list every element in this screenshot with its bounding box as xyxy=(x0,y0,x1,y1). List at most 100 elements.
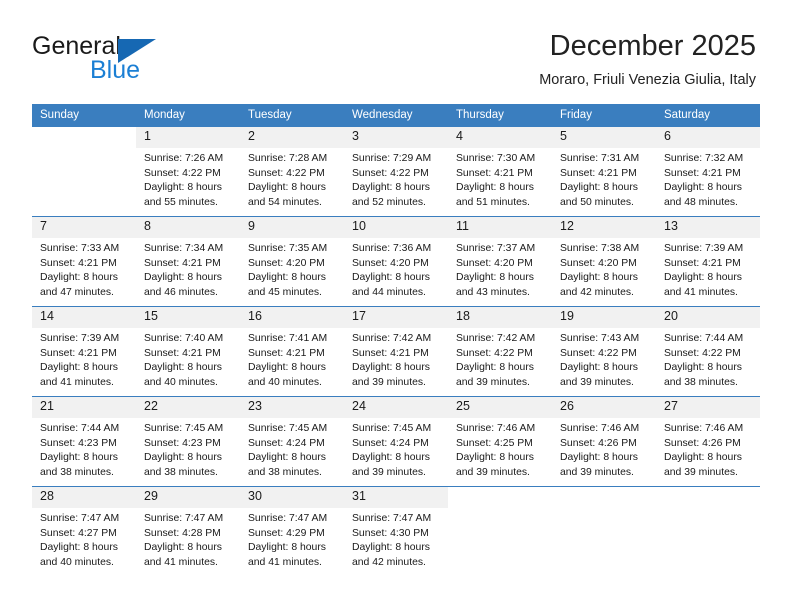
day-number: 29 xyxy=(136,487,240,508)
calendar-day-cell[interactable]: 18 Sunrise: 7:42 AM Sunset: 4:22 PM Dayligh… xyxy=(448,306,552,397)
sunrise-time: Sunrise: 7:47 AM xyxy=(352,512,432,524)
day-details: Sunrise: 7:39 AM Sunset: 4:21 PM Daylight:… xyxy=(656,238,760,301)
sunset-time: Sunset: 4:23 PM xyxy=(144,437,221,449)
daylight-duration-line1: Daylight: 8 hours xyxy=(248,542,326,554)
day-number: 26 xyxy=(552,397,656,418)
sunrise-time: Sunrise: 7:29 AM xyxy=(352,152,432,164)
day-number: 17 xyxy=(344,307,448,328)
calendar-day-cell[interactable]: 14 Sunrise: 7:39 AM Sunset: 4:21 PM Dayligh… xyxy=(32,306,136,397)
daylight-duration-line1: Daylight: 8 hours xyxy=(144,182,222,194)
calendar-day-cell[interactable]: 24 Sunrise: 7:45 AM Sunset: 4:24 PM Dayligh… xyxy=(344,396,448,487)
daylight-duration-line2: and 55 minutes. xyxy=(144,197,218,209)
daylight-duration-line2: and 39 minutes. xyxy=(456,467,530,479)
calendar-day-cell[interactable]: 17 Sunrise: 7:42 AM Sunset: 4:21 PM Dayligh… xyxy=(344,306,448,397)
day-details: Sunrise: 7:29 AM Sunset: 4:22 PM Daylight:… xyxy=(344,148,448,211)
day-details: Sunrise: 7:33 AM Sunset: 4:21 PM Daylight:… xyxy=(32,238,136,301)
calendar-day-cell[interactable]: 25 Sunrise: 7:46 AM Sunset: 4:25 PM Dayligh… xyxy=(448,396,552,487)
day-details: Sunrise: 7:47 AM Sunset: 4:30 PM Daylight:… xyxy=(344,508,448,571)
day-details: Sunrise: 7:37 AM Sunset: 4:20 PM Daylight:… xyxy=(448,238,552,301)
sunset-time: Sunset: 4:20 PM xyxy=(352,257,429,269)
day-number: 27 xyxy=(656,397,760,418)
calendar-day-cell[interactable]: 11 Sunrise: 7:37 AM Sunset: 4:20 PM Dayligh… xyxy=(448,216,552,307)
daylight-duration-line1: Daylight: 8 hours xyxy=(352,362,430,374)
sunrise-time: Sunrise: 7:47 AM xyxy=(248,512,328,524)
daylight-duration-line2: and 41 minutes. xyxy=(144,557,218,569)
day-number: 9 xyxy=(240,217,344,238)
day-number: 25 xyxy=(448,397,552,418)
sunset-time: Sunset: 4:28 PM xyxy=(144,527,221,539)
calendar-day-cell[interactable]: 21 Sunrise: 7:44 AM Sunset: 4:23 PM Dayligh… xyxy=(32,396,136,487)
daylight-duration-line1: Daylight: 8 hours xyxy=(144,542,222,554)
day-number: 6 xyxy=(656,127,760,148)
calendar-day-cell[interactable]: 16 Sunrise: 7:41 AM Sunset: 4:21 PM Dayligh… xyxy=(240,306,344,397)
day-number: 16 xyxy=(240,307,344,328)
daylight-duration-line1: Daylight: 8 hours xyxy=(456,182,534,194)
day-number: 30 xyxy=(240,487,344,508)
day-details: Sunrise: 7:47 AM Sunset: 4:27 PM Daylight:… xyxy=(32,508,136,571)
daylight-duration-line2: and 41 minutes. xyxy=(664,287,738,299)
calendar-day-cell[interactable]: 6 Sunrise: 7:32 AM Sunset: 4:21 PM Daylight… xyxy=(656,126,760,217)
calendar-day-cell[interactable]: 1 Sunrise: 7:26 AM Sunset: 4:22 PM Daylight… xyxy=(136,126,240,217)
daylight-duration-line1: Daylight: 8 hours xyxy=(352,452,430,464)
sunrise-time: Sunrise: 7:45 AM xyxy=(144,422,224,434)
sunset-time: Sunset: 4:21 PM xyxy=(144,257,221,269)
sunrise-time: Sunrise: 7:30 AM xyxy=(456,152,536,164)
daylight-duration-line1: Daylight: 8 hours xyxy=(664,182,742,194)
day-number: 18 xyxy=(448,307,552,328)
calendar-day-cell[interactable]: 31 Sunrise: 7:47 AM Sunset: 4:30 PM Dayligh… xyxy=(344,486,448,577)
calendar-day-cell[interactable]: 10 Sunrise: 7:36 AM Sunset: 4:20 PM Dayligh… xyxy=(344,216,448,307)
daylight-duration-line2: and 39 minutes. xyxy=(560,377,634,389)
calendar-day-cell[interactable]: 13 Sunrise: 7:39 AM Sunset: 4:21 PM Dayligh… xyxy=(656,216,760,307)
calendar-day-cell[interactable]: 2 Sunrise: 7:28 AM Sunset: 4:22 PM Daylight… xyxy=(240,126,344,217)
calendar-day-cell[interactable]: 27 Sunrise: 7:46 AM Sunset: 4:26 PM Dayligh… xyxy=(656,396,760,487)
calendar-day-cell[interactable]: 26 Sunrise: 7:46 AM Sunset: 4:26 PM Dayligh… xyxy=(552,396,656,487)
daylight-duration-line1: Daylight: 8 hours xyxy=(456,272,534,284)
sunrise-time: Sunrise: 7:46 AM xyxy=(456,422,536,434)
day-number: 21 xyxy=(32,397,136,418)
daylight-duration-line2: and 39 minutes. xyxy=(664,467,738,479)
calendar-day-cell[interactable]: 8 Sunrise: 7:34 AM Sunset: 4:21 PM Daylight… xyxy=(136,216,240,307)
calendar-day-cell[interactable]: 5 Sunrise: 7:31 AM Sunset: 4:21 PM Daylight… xyxy=(552,126,656,217)
calendar-day-cell[interactable]: 30 Sunrise: 7:47 AM Sunset: 4:29 PM Dayligh… xyxy=(240,486,344,577)
calendar-day-cell[interactable]: 9 Sunrise: 7:35 AM Sunset: 4:20 PM Daylight… xyxy=(240,216,344,307)
sunset-time: Sunset: 4:26 PM xyxy=(560,437,637,449)
daylight-duration-line2: and 38 minutes. xyxy=(144,467,218,479)
page-subtitle: Moraro, Friuli Venezia Giulia, Italy xyxy=(539,72,756,89)
calendar-day-cell[interactable]: 7 Sunrise: 7:33 AM Sunset: 4:21 PM Daylight… xyxy=(32,216,136,307)
day-number: 7 xyxy=(32,217,136,238)
calendar-day-cell[interactable]: 29 Sunrise: 7:47 AM Sunset: 4:28 PM Dayligh… xyxy=(136,486,240,577)
weekday-header-tuesday: Tuesday xyxy=(240,104,344,127)
calendar-day-cell[interactable]: 22 Sunrise: 7:45 AM Sunset: 4:23 PM Dayligh… xyxy=(136,396,240,487)
sunrise-time: Sunrise: 7:32 AM xyxy=(664,152,744,164)
day-details: Sunrise: 7:44 AM Sunset: 4:22 PM Daylight:… xyxy=(656,328,760,391)
daylight-duration-line2: and 41 minutes. xyxy=(248,557,322,569)
day-number: 11 xyxy=(448,217,552,238)
daylight-duration-line2: and 39 minutes. xyxy=(352,467,426,479)
day-details: Sunrise: 7:41 AM Sunset: 4:21 PM Daylight:… xyxy=(240,328,344,391)
day-number xyxy=(656,487,760,504)
brand-logo[interactable]: General Blue xyxy=(32,34,232,92)
calendar-day-cell[interactable]: 23 Sunrise: 7:45 AM Sunset: 4:24 PM Dayligh… xyxy=(240,396,344,487)
calendar-day-cell-empty xyxy=(448,486,552,577)
daylight-duration-line1: Daylight: 8 hours xyxy=(352,272,430,284)
day-number: 23 xyxy=(240,397,344,418)
calendar-day-cell[interactable]: 12 Sunrise: 7:38 AM Sunset: 4:20 PM Dayligh… xyxy=(552,216,656,307)
sunset-time: Sunset: 4:21 PM xyxy=(144,347,221,359)
daylight-duration-line2: and 42 minutes. xyxy=(560,287,634,299)
calendar-day-cell[interactable]: 3 Sunrise: 7:29 AM Sunset: 4:22 PM Daylight… xyxy=(344,126,448,217)
calendar-day-cell-empty xyxy=(552,486,656,577)
calendar-day-cell[interactable]: 19 Sunrise: 7:43 AM Sunset: 4:22 PM Dayligh… xyxy=(552,306,656,397)
sunset-time: Sunset: 4:21 PM xyxy=(560,167,637,179)
daylight-duration-line2: and 39 minutes. xyxy=(456,377,530,389)
sunrise-time: Sunrise: 7:39 AM xyxy=(40,332,120,344)
calendar-day-cell[interactable]: 4 Sunrise: 7:30 AM Sunset: 4:21 PM Daylight… xyxy=(448,126,552,217)
day-number: 15 xyxy=(136,307,240,328)
weekday-header-monday: Monday xyxy=(136,104,240,127)
calendar-day-cell[interactable]: 15 Sunrise: 7:40 AM Sunset: 4:21 PM Dayligh… xyxy=(136,306,240,397)
day-details: Sunrise: 7:36 AM Sunset: 4:20 PM Daylight:… xyxy=(344,238,448,301)
daylight-duration-line1: Daylight: 8 hours xyxy=(144,452,222,464)
daylight-duration-line2: and 38 minutes. xyxy=(664,377,738,389)
calendar-day-cell[interactable]: 28 Sunrise: 7:47 AM Sunset: 4:27 PM Dayligh… xyxy=(32,486,136,577)
calendar-day-cell[interactable]: 20 Sunrise: 7:44 AM Sunset: 4:22 PM Dayligh… xyxy=(656,306,760,397)
weekday-header-saturday: Saturday xyxy=(656,104,760,127)
